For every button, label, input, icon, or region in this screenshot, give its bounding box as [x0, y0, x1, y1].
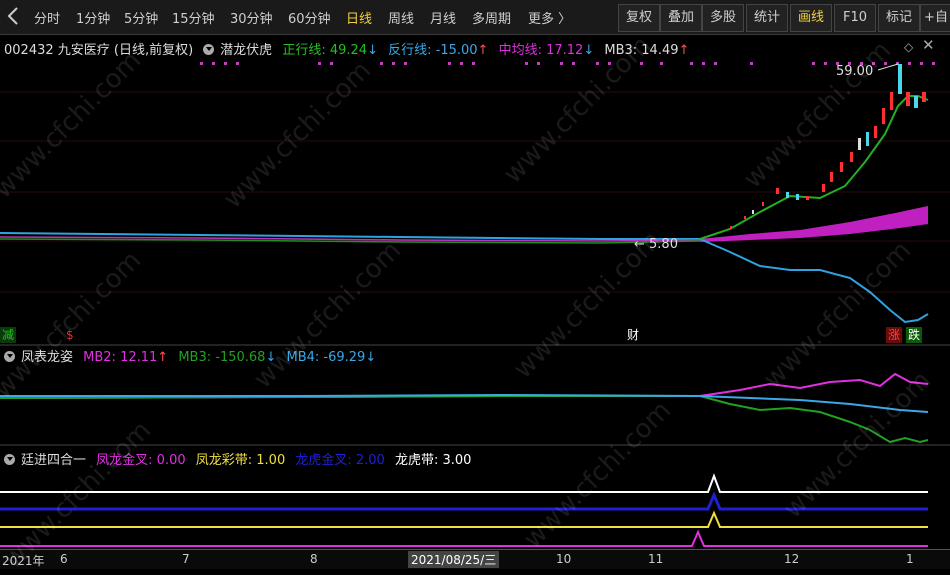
f10-button[interactable]: F10: [834, 4, 876, 32]
pane2-chart: [0, 372, 950, 446]
period-toolbar: 分时 1分钟 5分钟 15分钟 30分钟 60分钟 日线 周线 月线 多周期 更…: [0, 0, 950, 35]
reverse-line: [699, 238, 929, 324]
add-custom-button[interactable]: +自: [920, 4, 950, 32]
main-chart: [0, 62, 950, 346]
x-axis-label: 8: [310, 552, 318, 566]
candlesticks: [730, 64, 926, 229]
marker-die: 跌: [906, 327, 923, 343]
period-60min[interactable]: 60分钟: [288, 8, 331, 27]
period-weekly[interactable]: 周线: [388, 8, 414, 27]
x-axis-label: 11: [648, 552, 664, 566]
x-axis-label: 12: [784, 552, 800, 566]
marker-jian: 减: [0, 327, 17, 343]
period-more[interactable]: 更多 〉: [528, 8, 571, 27]
adjust-button[interactable]: 复权: [618, 4, 660, 32]
period-15min[interactable]: 15分钟: [172, 8, 215, 27]
marker-dollar: $: [66, 328, 74, 342]
x-axis-label: 2021年: [2, 554, 45, 568]
stats-button[interactable]: 统计: [746, 4, 788, 32]
period-1min[interactable]: 1分钟: [76, 8, 110, 27]
period-monthly[interactable]: 月线: [430, 8, 456, 27]
low-price-label: ← 5.80: [634, 237, 678, 252]
x-axis-label: 1: [906, 552, 914, 566]
pane3-chart: [0, 473, 928, 547]
x-axis-label: 10: [556, 552, 572, 566]
period-1min-time[interactable]: 分时: [34, 8, 60, 27]
multi-stock-button[interactable]: 多股: [702, 4, 744, 32]
signal-dots: [200, 62, 935, 65]
x-axis-label: 6: [60, 552, 68, 566]
mark-button[interactable]: 标记: [878, 4, 920, 32]
marker-zhang: 涨: [886, 327, 903, 343]
marker-cai: 财: [627, 328, 640, 342]
x-axis: 2021年 6 7 8 2021/08/25/三 10 11 12 1: [0, 549, 950, 569]
period-daily[interactable]: 日线: [346, 8, 372, 27]
x-axis-cursor-date: 2021/08/25/三: [408, 551, 500, 568]
period-5min[interactable]: 5分钟: [124, 8, 158, 27]
x-axis-label: 7: [182, 552, 190, 566]
draw-line-button[interactable]: 画线: [790, 4, 832, 32]
overlay-button[interactable]: 叠加: [660, 4, 702, 32]
period-multi[interactable]: 多周期: [472, 8, 511, 27]
high-price-label: 59.00: [836, 64, 874, 79]
period-30min[interactable]: 30分钟: [230, 8, 273, 27]
middle-band: [700, 206, 928, 242]
back-arrow-icon[interactable]: [6, 6, 20, 30]
